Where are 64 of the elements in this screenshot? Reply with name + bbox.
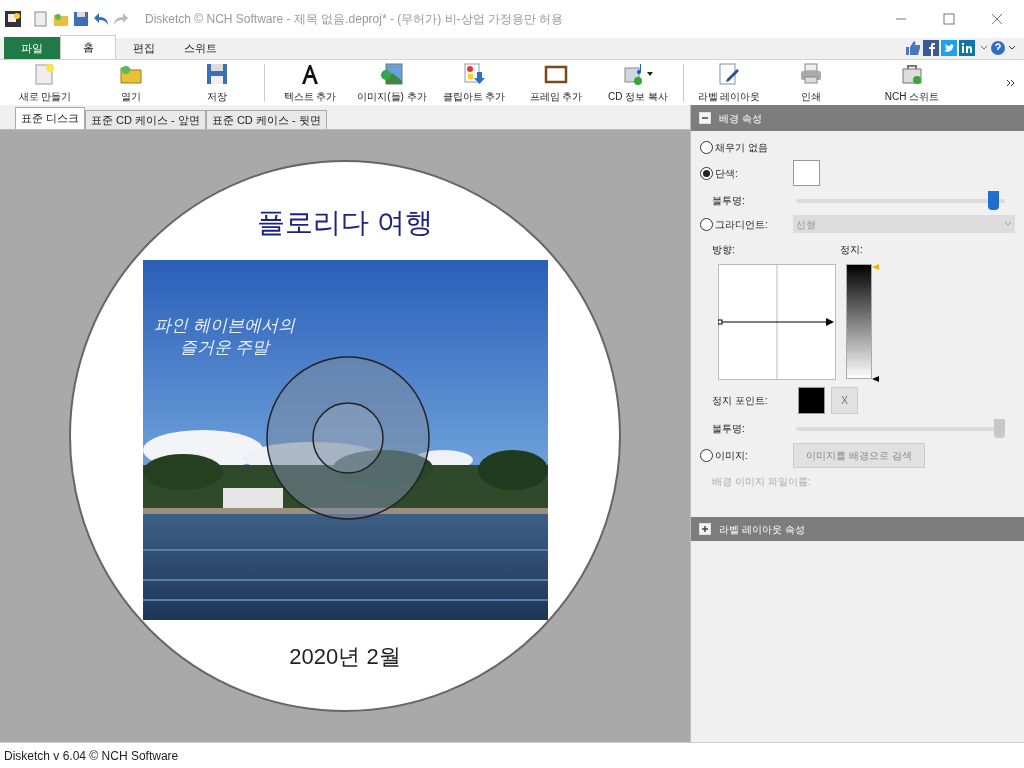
radio-button[interactable] — [700, 448, 713, 462]
opacity-label: 불투명: — [712, 193, 746, 208]
toolbar-button[interactable]: 새로 만들기 — [2, 61, 88, 104]
toolbar-button[interactable]: 인쇄 — [770, 61, 852, 104]
stops-label: 정지: — [840, 242, 863, 257]
undo-icon[interactable] — [93, 11, 109, 27]
ribbon-tab[interactable]: 편집 — [116, 37, 172, 59]
image-add-icon — [380, 61, 404, 86]
caret-icon — [647, 70, 653, 77]
caption-text: 파인 헤이븐에서의 — [154, 315, 295, 337]
ribbon-tab[interactable]: 스위트 — [172, 37, 228, 59]
opacity-slider[interactable] — [796, 190, 1005, 210]
thumbs-up-icon[interactable] — [905, 40, 921, 56]
option-label: 채우기 없음 — [715, 140, 768, 155]
section-title: 라벨 레이아웃 속성 — [719, 522, 805, 537]
linkedin-icon[interactable] — [959, 40, 975, 56]
option-label: 그라디언트: — [715, 217, 769, 232]
section-header[interactable]: 라벨 레이아웃 속성 — [691, 517, 1024, 541]
facebook-icon[interactable] — [923, 40, 939, 56]
section-header[interactable]: 배경 속성 — [691, 105, 1024, 131]
help-icon[interactable] — [990, 40, 1006, 56]
direction-label: 방향: — [712, 242, 736, 257]
toolbar-button[interactable]: CD 정보 복사 — [597, 61, 679, 104]
ribbon-tab[interactable]: 파일 — [4, 37, 60, 59]
slider-thumb[interactable] — [987, 190, 999, 210]
toolbar-button[interactable]: 클립아트 추가 — [433, 61, 515, 104]
caption-text: 즐거운 주말 — [179, 337, 270, 359]
toolbar-button[interactable]: NCH 스위트 — [852, 61, 972, 104]
disc-date: 2020년 2월 — [289, 643, 401, 671]
stop-point-label: 정지 포인트: — [712, 393, 769, 408]
more-icon[interactable] — [1006, 77, 1016, 88]
section-title: 배경 속성 — [719, 111, 762, 126]
toolbar-button[interactable]: 저장 — [174, 61, 260, 104]
document-tab[interactable]: 표준 디스크 — [15, 107, 86, 129]
toolbar-button[interactable]: 이미지(들) 추가 — [351, 61, 433, 104]
disc-title: 플로리다 여행 — [257, 206, 433, 240]
filename-label: 배경 이미지 파일이름: — [711, 475, 812, 489]
color-swatch[interactable] — [793, 160, 820, 186]
remove-stop-button[interactable]: X — [831, 386, 858, 414]
document-tab[interactable]: 표준 CD 케이스 - 앞면 — [85, 110, 206, 129]
radio-button[interactable] — [700, 140, 713, 154]
opacity-label: 불투명: — [712, 421, 746, 436]
printer-icon — [799, 61, 823, 86]
option-label: 이미지: — [715, 448, 749, 463]
folder-icon[interactable] — [53, 11, 69, 27]
chevron-down-icon — [1004, 221, 1012, 227]
caret-icon[interactable] — [1008, 44, 1016, 52]
caret-icon[interactable] — [980, 44, 988, 52]
document-tab[interactable]: 표준 CD 케이스 - 뒷면 — [205, 110, 327, 129]
toolbar-button[interactable]: 열기 — [88, 61, 174, 104]
opacity-slider[interactable] — [796, 418, 1005, 438]
twitter-icon[interactable] — [941, 40, 957, 56]
new-page-icon — [33, 61, 57, 86]
option-label: 단색: — [715, 166, 739, 181]
window-title: Disketch © NCH Software - 제목 없음.deproj* - (무허가) 비-상업 가정용만 허용 — [145, 11, 564, 28]
disc-label[interactable]: 플로리다 여행 파인 헤이븐에서의 즐거운 주말 2020년 2월 — [69, 160, 621, 712]
ribbon-tab[interactable]: 홈 — [60, 35, 116, 59]
radio-button[interactable] — [700, 166, 713, 180]
color-swatch[interactable] — [798, 386, 825, 414]
status-text: Disketch v 6.04 © NCH Software — [4, 747, 179, 765]
toolbar-button[interactable]: 텍스트 추가 — [269, 61, 351, 104]
toolbar-button[interactable]: 라벨 레이아웃 — [688, 61, 770, 104]
toolbar-button[interactable]: 프레임 추가 — [515, 61, 597, 104]
app-icon — [5, 11, 21, 27]
